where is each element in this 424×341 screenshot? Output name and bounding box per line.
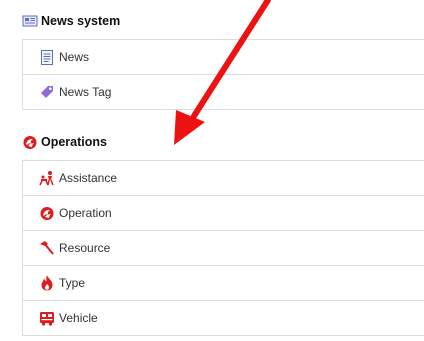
section-title: Operations (41, 135, 107, 149)
section-title: News system (41, 14, 121, 28)
item-label: Operation (59, 206, 112, 220)
list-item-operation[interactable]: Operation (23, 196, 424, 231)
list-item-resource[interactable]: Resource (23, 231, 424, 266)
item-label: Type (59, 276, 86, 290)
newspaper-icon (22, 13, 38, 29)
fire-icon (39, 275, 55, 291)
item-label: Assistance (59, 171, 118, 185)
axe-icon (39, 240, 55, 256)
list-item-assistance[interactable]: Assistance (23, 161, 424, 196)
assistance-icon (39, 170, 55, 186)
list-item-news[interactable]: News (23, 40, 424, 75)
item-label: Resource (59, 241, 111, 255)
operations-list: Assistance Operation Resource Type Vehic… (22, 160, 424, 336)
news-system-list: News News Tag (22, 39, 424, 110)
section-header-news-system: News system (22, 12, 120, 30)
item-label: News (59, 50, 90, 64)
operations-flame-icon (22, 134, 38, 150)
list-item-vehicle[interactable]: Vehicle (23, 301, 424, 336)
document-icon (39, 49, 55, 65)
list-item-type[interactable]: Type (23, 266, 424, 301)
operation-flame-icon (39, 205, 55, 221)
tag-icon (39, 84, 55, 100)
fire-truck-icon (39, 310, 55, 326)
item-label: News Tag (59, 85, 112, 99)
list-item-news-tag[interactable]: News Tag (23, 75, 424, 110)
item-label: Vehicle (59, 311, 98, 325)
section-header-operations: Operations (22, 133, 107, 151)
